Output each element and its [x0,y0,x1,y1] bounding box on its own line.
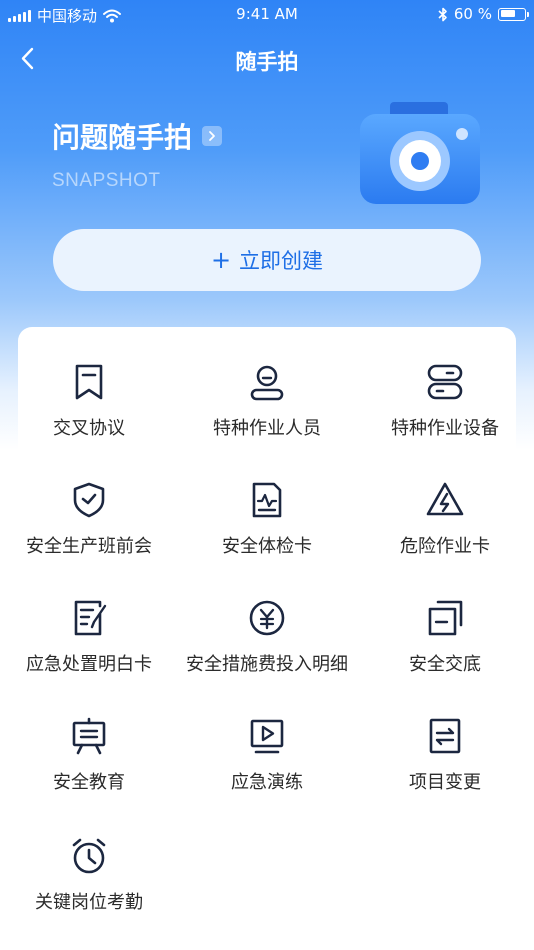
grid-item-label: 安全生产班前会 [26,536,152,557]
presentation-board-icon [72,717,106,755]
grid-item-label: 安全体检卡 [222,536,312,557]
grid-item-label: 危险作业卡 [400,536,490,557]
shield-check-icon [73,482,105,518]
grid-item-label: 应急处置明白卡 [26,654,152,675]
plus-icon: + [210,246,232,274]
grid-item-label: 关键岗位考勤 [35,892,143,913]
grid-item-emergency-drill[interactable]: 应急演练 [178,716,356,794]
bookmark-icon [75,364,103,400]
hero-section: 问题随手拍 SNAPSHOT [52,116,223,192]
play-screen-icon [250,719,284,754]
health-card-icon [252,482,282,518]
bluetooth-icon [438,7,447,21]
grid-item-label: 项目变更 [409,772,481,793]
alarm-clock-icon [72,838,106,874]
grid-item-health-card[interactable]: 安全体检卡 [178,480,356,558]
grid-item-safety-cost[interactable]: 安全措施费投入明细 [178,598,356,676]
hero-subtitle: SNAPSHOT [52,170,161,191]
page-title: 随手拍 [235,50,299,74]
grid-item-project-change[interactable]: 项目变更 [356,716,534,794]
grid-item-label: 特种作业设备 [391,418,499,439]
yuan-coin-icon [249,600,285,636]
battery-percent: 60 % [453,5,492,23]
grid-item-safety-education[interactable]: 安全教育 [0,716,178,794]
grid-item-safety-briefing[interactable]: 安全交底 [356,598,534,676]
grid-item-hazardous-work-card[interactable]: 危险作业卡 [356,480,534,558]
create-now-label: 立即创建 [239,249,324,273]
navigation-bar: 随手拍 [0,36,534,84]
edit-document-icon [74,600,107,636]
grid-item-emergency-card[interactable]: 应急处置明白卡 [0,598,178,676]
copy-document-icon [428,600,463,636]
hero-title: 问题随手拍 [52,121,193,154]
grid-item-pre-shift-meeting[interactable]: 安全生产班前会 [0,480,178,558]
grid-item-special-equipment[interactable]: 特种作业设备 [356,362,534,440]
grid-item-label: 特种作业人员 [213,418,321,439]
grid-item-special-personnel[interactable]: 特种作业人员 [178,362,356,440]
grid-item-label: 安全措施费投入明细 [186,654,348,675]
grid-item-label: 安全教育 [53,772,125,793]
grid-item-cross-agreement[interactable]: 交叉协议 [0,362,178,440]
warning-lightning-icon [426,482,464,516]
camera-icon [360,102,480,204]
grid-item-label: 应急演练 [231,772,303,793]
person-icon [250,365,284,401]
grid-item-label: 安全交底 [409,654,481,675]
chevron-right-icon [202,126,223,146]
battery-icon [498,7,529,21]
swap-document-icon [429,718,461,754]
status-bar: 中国移动 9:41 AM 60 % [0,0,534,30]
grid-item-label: 交叉协议 [53,418,125,439]
grid-item-key-post-attendance[interactable]: 关键岗位考勤 [0,836,178,914]
toggle-switch-icon [427,364,463,400]
create-now-button[interactable]: + 立即创建 [53,229,481,291]
hero-title-link[interactable]: 问题随手拍 [52,116,223,156]
